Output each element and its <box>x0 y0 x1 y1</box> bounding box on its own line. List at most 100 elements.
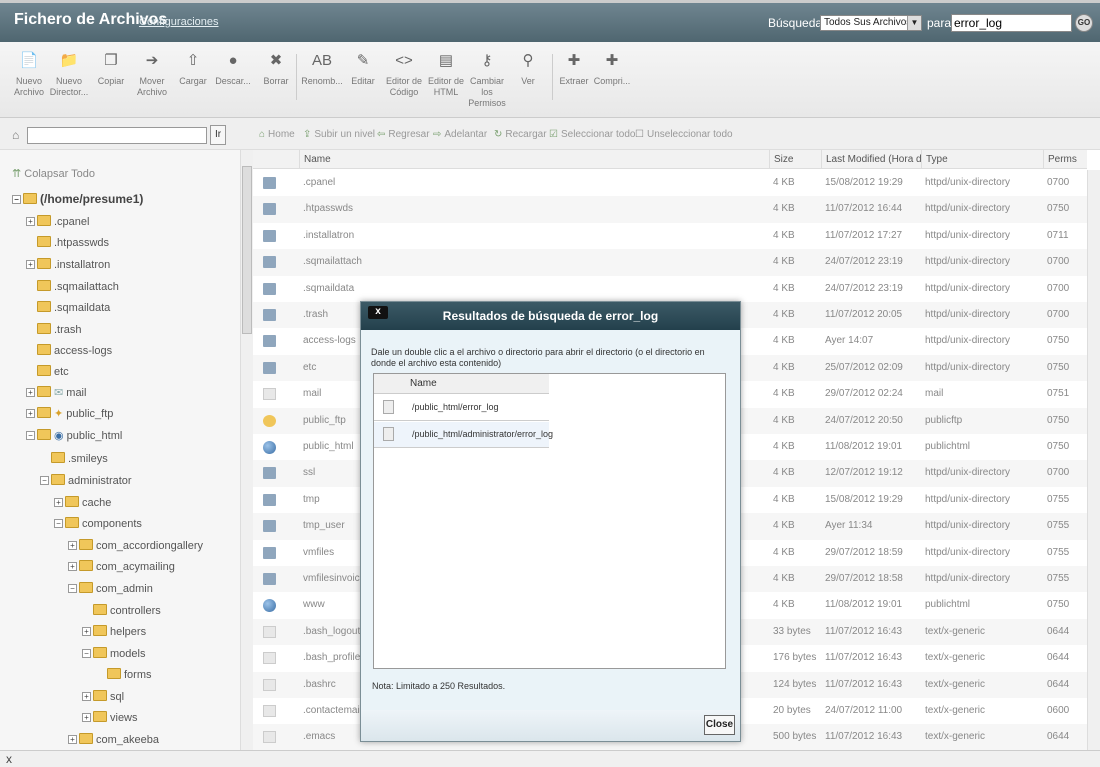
collapse-toggle-icon[interactable]: − <box>12 195 21 204</box>
close-icon[interactable]: x <box>368 306 388 319</box>
copy-button[interactable]: ❐ Copiar <box>89 50 133 87</box>
search-go-button[interactable]: GO <box>1075 14 1093 32</box>
tree-item[interactable]: + .cpanel <box>26 214 89 230</box>
back-button[interactable]: ⇦ Regresar <box>377 129 430 140</box>
upload-button[interactable]: ⇧ Cargar <box>171 50 215 87</box>
table-row[interactable]: .installatron 4 KB 11/07/2012 17:27 httpd/u… <box>253 223 1087 249</box>
home-button[interactable]: ⌂ Home <box>259 129 295 140</box>
path-go-button[interactable]: Ir <box>210 125 226 145</box>
cell-modified: 11/07/2012 16:43 <box>825 625 903 637</box>
cell-modified: 12/07/2012 19:12 <box>825 467 903 479</box>
tree-root[interactable]: − (/home/presume1) <box>12 191 143 207</box>
cell-perms: 0750 <box>1047 335 1070 347</box>
tree-item[interactable]: − ◉ public_html <box>26 428 122 444</box>
settings-link[interactable]: Configuraciones <box>139 16 219 28</box>
tree-item[interactable]: + ✉ mail <box>26 385 86 401</box>
permissions-button[interactable]: ⚷ Cambiar los Permisos <box>465 50 509 109</box>
column-header-type[interactable]: Type <box>921 150 1043 169</box>
tree-item[interactable]: + sql <box>82 689 124 705</box>
status-text[interactable]: x <box>6 752 12 766</box>
tree-scrollbar[interactable] <box>240 150 253 750</box>
code-editor-button[interactable]: <> Editor de Código <box>382 50 426 98</box>
compress-button[interactable]: ✚ Compri... <box>590 50 634 87</box>
rename-button[interactable]: AB Renomb... <box>300 50 344 87</box>
tree-item[interactable]: + views <box>82 710 138 726</box>
select-all-button[interactable]: ☑ Seleccionar todo <box>549 129 635 140</box>
folder-icon <box>263 309 276 321</box>
file-icon <box>263 705 276 717</box>
collapse-toggle-icon[interactable]: − <box>68 584 77 593</box>
move-file-button[interactable]: ➔ Mover Archivo <box>130 50 174 98</box>
table-row[interactable]: .sqmaildata 4 KB 24/07/2012 23:19 httpd/uni… <box>253 276 1087 302</box>
result-item[interactable]: /public_html/error_log <box>374 395 549 421</box>
tree-label: cache <box>82 497 112 509</box>
tree-item[interactable]: controllers <box>93 603 161 619</box>
tree-item[interactable]: − models <box>82 646 145 662</box>
collapse-toggle-icon[interactable]: − <box>26 431 35 440</box>
tree-item[interactable]: + helpers <box>82 624 146 640</box>
column-header-name[interactable]: Name <box>299 150 773 169</box>
tree-item[interactable]: .trash <box>37 322 82 338</box>
collapse-toggle-icon[interactable]: − <box>40 476 49 485</box>
tree-item[interactable]: forms <box>107 667 152 683</box>
tree-item[interactable]: + cache <box>54 495 111 511</box>
column-header-modified[interactable]: Last Modified (Hora de ve <box>821 150 921 169</box>
delete-button[interactable]: ✖ Borrar <box>254 50 298 87</box>
forward-button[interactable]: ⇨ Adelantar <box>433 129 487 140</box>
html-editor-button[interactable]: ▤ Editor de HTML <box>424 50 468 98</box>
expand-toggle-icon[interactable]: + <box>82 713 91 722</box>
tree-item[interactable]: + com_akeeba <box>68 732 159 748</box>
tree-item[interactable]: .sqmaildata <box>37 300 110 316</box>
search-scope-select[interactable]: Todos Sus Archivos ▼ <box>820 15 922 31</box>
expand-toggle-icon[interactable]: + <box>26 217 35 226</box>
tree-item[interactable]: + ✦ public_ftp <box>26 406 113 422</box>
tree-item[interactable]: − components <box>54 516 142 532</box>
expand-toggle-icon[interactable]: + <box>54 498 63 507</box>
tree-item[interactable]: − administrator <box>40 473 132 489</box>
expand-toggle-icon[interactable]: + <box>68 541 77 550</box>
expand-toggle-icon[interactable]: + <box>26 409 35 418</box>
result-item[interactable]: /public_html/administrator/error_log <box>374 422 553 448</box>
column-header-size[interactable]: Size <box>769 150 821 169</box>
tree-item[interactable]: access-logs <box>37 343 112 359</box>
tree-item[interactable]: etc <box>37 364 69 380</box>
tree-item[interactable]: + .installatron <box>26 257 110 273</box>
table-row[interactable]: .htpasswds 4 KB 11/07/2012 16:44 httpd/unix… <box>253 196 1087 223</box>
expand-toggle-icon[interactable]: + <box>82 627 91 636</box>
tree-item[interactable]: + com_accordiongallery <box>68 538 203 554</box>
cell-modified: 11/07/2012 16:43 <box>825 731 903 743</box>
table-row[interactable]: .sqmailattach 4 KB 24/07/2012 23:19 httpd/u… <box>253 249 1087 276</box>
column-header-perms[interactable]: Perms <box>1043 150 1087 169</box>
scroll-thumb[interactable] <box>242 166 252 334</box>
unselect-all-button[interactable]: ☐ Unseleccionar todo <box>635 129 733 140</box>
tree-item[interactable]: .sqmailattach <box>37 279 119 295</box>
reload-button[interactable]: ↻ Recargar <box>494 129 547 140</box>
table-scrollbar[interactable] <box>1087 170 1100 750</box>
search-input[interactable] <box>951 14 1072 32</box>
new-file-button[interactable]: 📄 Nuevo Archivo <box>7 50 51 98</box>
tree-item[interactable]: − com_admin <box>68 581 153 597</box>
collapse-toggle-icon[interactable]: − <box>54 519 63 528</box>
table-row[interactable]: .cpanel 4 KB 15/08/2012 19:29 httpd/unix-di… <box>253 170 1087 196</box>
unchecked-box-icon: ☐ <box>635 129 644 140</box>
tree-label: public_html <box>66 430 123 442</box>
tree-item[interactable]: .smileys <box>51 451 108 467</box>
tree-item[interactable]: .htpasswds <box>37 235 109 251</box>
tree-item[interactable]: + com_acymailing <box>68 559 175 575</box>
expand-toggle-icon[interactable]: + <box>26 260 35 269</box>
expand-toggle-icon[interactable]: + <box>68 735 77 744</box>
view-button[interactable]: ⚲ Ver <box>506 50 550 87</box>
new-folder-button[interactable]: 📁 Nuevo Director... <box>47 50 91 98</box>
close-button[interactable]: Close <box>704 715 735 735</box>
download-button[interactable]: ● Descar... <box>211 50 255 87</box>
chevron-down-icon[interactable]: ▼ <box>907 16 921 30</box>
cell-perms: 0750 <box>1047 203 1070 215</box>
collapse-toggle-icon[interactable]: − <box>82 649 91 658</box>
up-level-button[interactable]: ⇪ Subir un nivel <box>303 129 375 140</box>
collapse-all-button[interactable]: ⇈ Colapsar Todo <box>12 167 95 180</box>
expand-toggle-icon[interactable]: + <box>82 692 91 701</box>
expand-toggle-icon[interactable]: + <box>68 562 77 571</box>
expand-toggle-icon[interactable]: + <box>26 388 35 397</box>
path-input[interactable] <box>27 127 207 144</box>
edit-button[interactable]: ✎ Editar <box>341 50 385 87</box>
